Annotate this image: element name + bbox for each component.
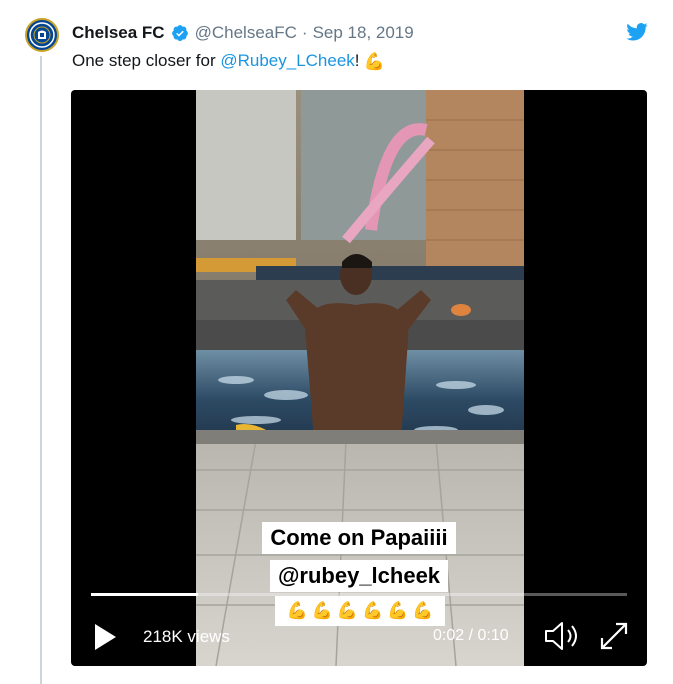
user-handle[interactable]: @ChelseaFC xyxy=(195,23,297,43)
display-name[interactable]: Chelsea FC xyxy=(72,23,165,43)
caption-line-1: Come on Papaiiii xyxy=(71,522,647,554)
separator-dot: · xyxy=(301,23,308,42)
tweet-text-suffix: ! xyxy=(354,51,360,70)
volume-icon[interactable] xyxy=(543,620,581,652)
avatar[interactable] xyxy=(25,18,59,52)
flexed-biceps-emoji: 💪 xyxy=(363,51,385,71)
caption-line-1-text: Come on Papaiiii xyxy=(262,522,456,554)
verified-badge-icon xyxy=(171,25,188,42)
chelsea-crest-icon xyxy=(29,22,55,48)
progress-fill xyxy=(91,593,199,596)
caption-emoji: 💪 xyxy=(311,601,333,620)
playback-time: 0:02 / 0:10 xyxy=(433,627,509,644)
caption-emoji: 💪 xyxy=(362,601,384,620)
video-player[interactable]: Come on Papaiiii @rubey_lcheek 💪 💪 💪 💪 💪 💪 21… xyxy=(71,90,647,666)
caption-line-2: @rubey_lcheek xyxy=(71,560,647,592)
caption-emoji: 💪 xyxy=(387,601,409,620)
tweet-text: One step closer for @Rubey_LCheek ! 💪 xyxy=(72,51,385,71)
caption-line-2-text: @rubey_lcheek xyxy=(269,560,449,592)
tweet-text-prefix: One step closer for xyxy=(72,51,221,70)
view-count: 218K views xyxy=(143,627,230,646)
caption-emoji: 💪 xyxy=(412,601,434,620)
play-icon[interactable] xyxy=(93,623,117,651)
tweet-header: Chelsea FC @ChelseaFC · Sep 18, 2019 xyxy=(72,22,414,44)
thread-line xyxy=(40,56,42,684)
caption-emoji: 💪 xyxy=(286,601,308,620)
tweet-date[interactable]: Sep 18, 2019 xyxy=(313,23,414,43)
mention-link[interactable]: @Rubey_LCheek xyxy=(220,51,354,71)
caption-emoji-row: 💪 💪 💪 💪 💪 💪 xyxy=(275,596,445,626)
fullscreen-icon[interactable] xyxy=(598,620,630,652)
caption-emoji: 💪 xyxy=(336,601,358,620)
twitter-bird-icon[interactable] xyxy=(626,22,648,42)
